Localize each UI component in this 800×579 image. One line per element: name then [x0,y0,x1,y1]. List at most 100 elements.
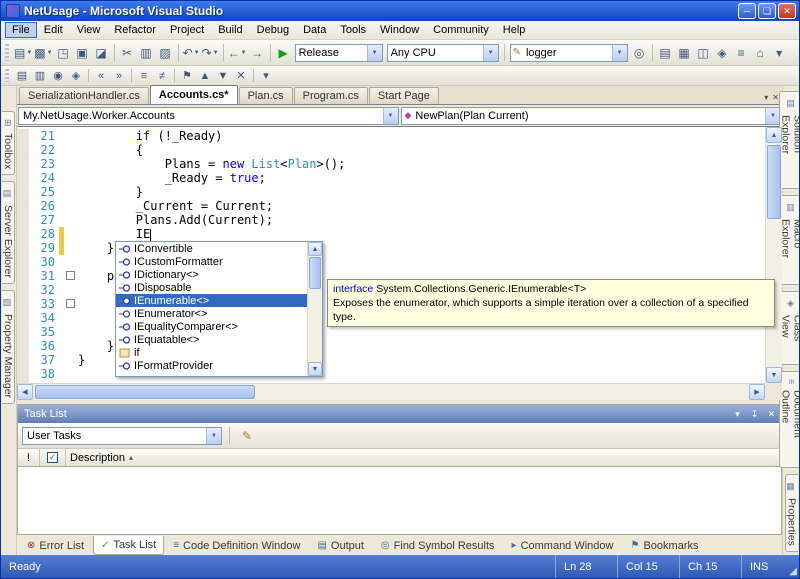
outlining-margin[interactable] [64,311,78,325]
scrollbar-thumb[interactable] [767,145,781,219]
bottom-tab-bookmarks[interactable]: ⚑Bookmarks [622,536,706,555]
pin-icon[interactable]: ↧ [747,407,762,421]
increase-indent-icon[interactable]: » [110,68,128,84]
chevron-down-icon[interactable]: ▼ [483,45,498,61]
menu-item-refactor[interactable]: Refactor [107,22,163,38]
editor-vertical-scrollbar[interactable]: ▲ ▼ [765,127,782,383]
menu-item-view[interactable]: View [70,22,108,38]
outlining-margin[interactable] [64,199,78,213]
word-completion-icon[interactable]: ◈ [67,68,85,84]
start-debug-icon[interactable]: ▶ [274,43,293,62]
tool-tab-properties[interactable]: ▦Properties [785,474,798,552]
decrease-indent-icon[interactable]: « [92,68,110,84]
breakpoint-margin[interactable] [17,171,29,185]
start-page-icon[interactable]: ⌂ [751,43,770,62]
open-file-icon[interactable]: ◳ [54,43,73,62]
scroll-left-icon[interactable]: ◀ [17,384,33,400]
chevron-down-icon[interactable]: ▼ [367,45,382,61]
menu-item-community[interactable]: Community [426,22,496,38]
outlining-margin[interactable] [64,325,78,339]
menu-item-data[interactable]: Data [296,22,333,38]
chevron-down-icon[interactable]: ▼ [765,108,780,124]
editor-horizontal-scrollbar[interactable]: ◀ ▶ [17,383,765,400]
breakpoint-margin[interactable] [17,311,29,325]
tab-list-menu-icon[interactable]: ▾ [764,93,768,102]
quick-info-icon[interactable]: ◉ [49,68,67,84]
close-button[interactable]: ✕ [778,3,796,19]
new-task-icon[interactable]: ✎ [237,427,257,445]
new-project-icon[interactable]: ▤▼ [13,43,33,62]
outlining-margin[interactable] [64,353,78,367]
member-list-icon[interactable]: ▤ [13,68,31,84]
code-editor[interactable]: 21 if (!_Ready)22 {23 Plans = new List<P… [17,127,782,400]
description-column-header[interactable]: Description ▴ [66,449,781,466]
menu-item-tools[interactable]: Tools [333,22,373,38]
properties-window-icon[interactable]: ▦ [675,43,694,62]
bottom-tab-find-symbol-results[interactable]: ◎Find Symbol Results [373,536,503,555]
tab-program-cs[interactable]: Program.cs [294,87,368,104]
breakpoint-margin[interactable] [17,227,29,241]
redo-icon[interactable]: ↷▼ [201,43,220,62]
completion-item[interactable]: IEqualityComparer<> [116,320,307,333]
breakpoint-margin[interactable] [17,325,29,339]
outlining-margin[interactable] [64,171,78,185]
outlining-margin[interactable] [64,283,78,297]
bottom-tab-output[interactable]: ▤Output [309,536,371,555]
solution-explorer-icon[interactable]: ▤ [656,43,675,62]
breakpoint-margin[interactable] [17,283,29,297]
priority-column-header[interactable]: ! [18,449,40,466]
scroll-up-icon[interactable]: ▲ [766,127,782,143]
intellisense-scrollbar[interactable]: ▲ ▼ [307,242,322,376]
completion-item[interactable]: IEnumerable<> [116,294,307,307]
breakpoint-margin[interactable] [17,269,29,283]
tab-start-page[interactable]: Start Page [369,87,439,104]
maximize-button[interactable]: ❏ [758,3,776,19]
outlining-margin[interactable] [64,339,78,353]
close-document-icon[interactable]: ✕ [772,93,779,102]
outlining-margin[interactable] [64,255,78,269]
breakpoint-margin[interactable] [17,199,29,213]
minimize-button[interactable]: ─ [738,3,756,19]
members-dropdown[interactable]: ◆ NewPlan(Plan Current) ▼ [401,107,782,125]
toolbar2-options-icon[interactable]: ▾ [257,68,275,84]
tool-tab-property-manager[interactable]: ▧Property Manager [2,290,15,404]
checked-column-header[interactable]: ✓ [40,449,66,466]
menu-item-project[interactable]: Project [163,22,211,38]
chevron-down-icon[interactable]: ▼ [47,50,53,56]
toggle-bookmark-icon[interactable]: ⚑ [178,68,196,84]
outlining-margin[interactable] [64,143,78,157]
breakpoint-margin[interactable] [17,185,29,199]
breakpoint-margin[interactable] [17,367,29,381]
scrollbar-thumb[interactable] [309,257,321,289]
outlining-margin[interactable] [64,269,78,283]
save-all-icon[interactable]: ◪ [92,43,111,62]
menu-item-file[interactable]: File [5,22,37,38]
menu-item-help[interactable]: Help [496,22,533,38]
next-bookmark-icon[interactable]: ▼ [214,68,232,84]
breakpoint-margin[interactable] [17,339,29,353]
scrollbar-thumb[interactable] [35,385,255,399]
chevron-down-icon[interactable]: ▼ [241,50,247,56]
chevron-down-icon[interactable]: ▼ [26,50,32,56]
toolbar-options-icon[interactable]: ▾ [770,43,789,62]
breakpoint-margin[interactable] [17,143,29,157]
find-combo[interactable]: ✎logger▼ [510,44,628,62]
completion-item[interactable]: IEnumerator<> [116,307,307,320]
completion-item[interactable]: if [116,346,307,359]
task-list-grid[interactable] [18,467,781,534]
menu-item-edit[interactable]: Edit [37,22,70,38]
cut-icon[interactable]: ✂ [118,43,137,62]
menu-item-debug[interactable]: Debug [250,22,296,38]
parameter-info-icon[interactable]: ▥ [31,68,49,84]
completion-item[interactable]: IFormatProvider [116,359,307,372]
toolbox-icon[interactable]: ≡ [732,43,751,62]
completion-item[interactable]: ICustomFormatter [116,255,307,268]
breakpoint-margin[interactable] [17,255,29,269]
chevron-down-icon[interactable]: ▼ [612,45,627,61]
breakpoint-margin[interactable] [17,297,29,311]
find-in-files-icon[interactable]: ◎ [630,43,649,62]
scroll-up-icon[interactable]: ▲ [308,242,322,256]
completion-item[interactable]: IDictionary<> [116,268,307,281]
solution-configuration-combo[interactable]: Release▼ [295,44,383,62]
bottom-tab-error-list[interactable]: ⊗Error List [19,536,92,555]
